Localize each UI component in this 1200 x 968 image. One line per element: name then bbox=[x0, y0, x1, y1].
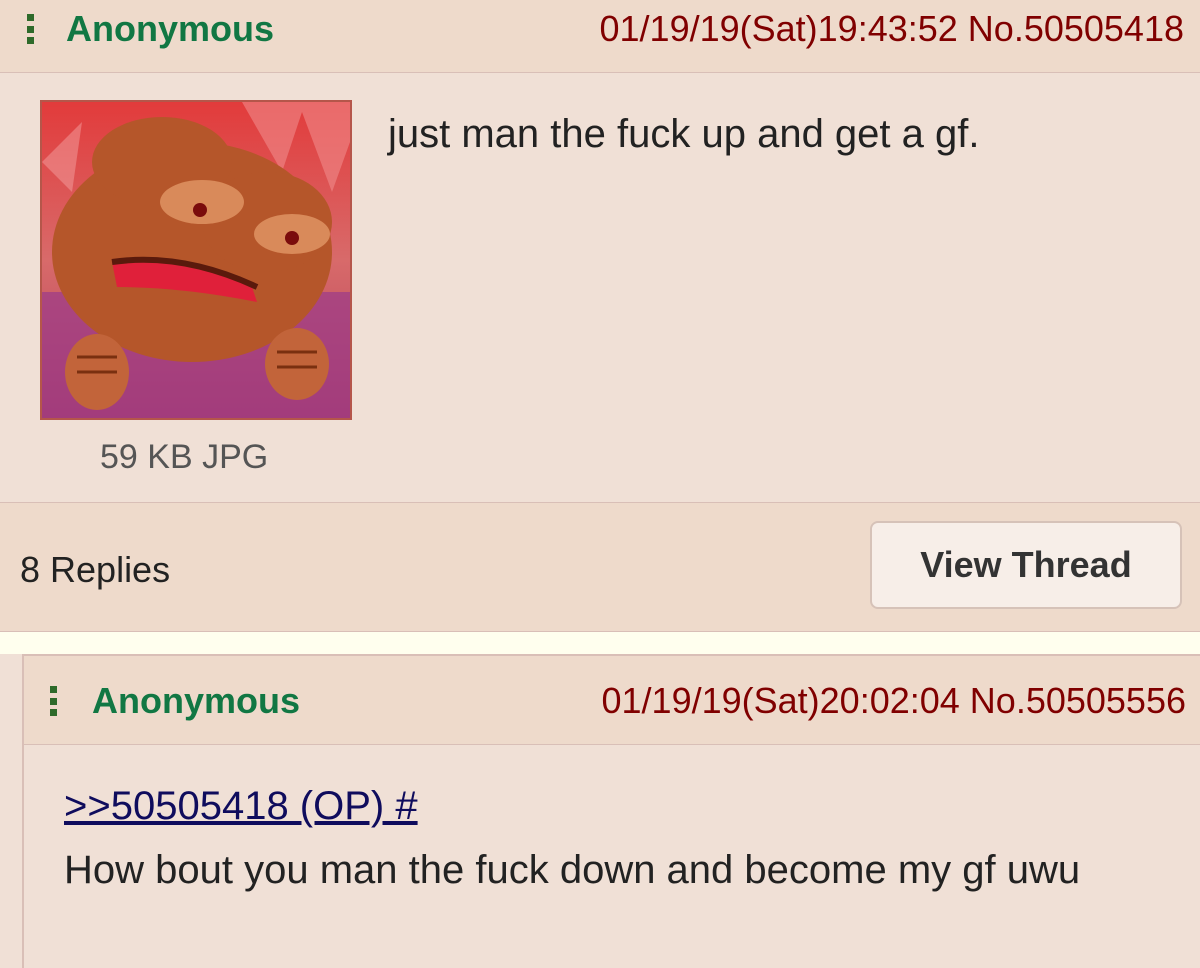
post-comment: How bout you man the fuck down and becom… bbox=[64, 848, 1081, 892]
poster-name: Anonymous bbox=[66, 8, 275, 49]
poster-name: Anonymous bbox=[92, 680, 301, 721]
post-menu-icon[interactable] bbox=[50, 686, 58, 716]
op-post: Anonymous 01/19/19(Sat)19:43:52 No.50505… bbox=[0, 0, 1200, 632]
quote-link[interactable]: >>50505418 (OP) # bbox=[64, 784, 418, 829]
op-post-header: Anonymous 01/19/19(Sat)19:43:52 No.50505… bbox=[0, 0, 1200, 73]
post-image-thumbnail[interactable] bbox=[40, 100, 352, 420]
reply-post-header: Anonymous 01/19/19(Sat)20:02:04 No.50505… bbox=[24, 656, 1200, 745]
view-thread-button[interactable]: View Thread bbox=[870, 521, 1182, 609]
post-separator bbox=[0, 632, 1200, 654]
op-post-footer: 8 Replies View Thread bbox=[0, 502, 1200, 631]
post-comment: just man the fuck up and get a gf. bbox=[388, 112, 980, 156]
post-date-number[interactable]: 01/19/19(Sat)20:02:04 No.50505556 bbox=[602, 680, 1186, 722]
reply-post: Anonymous 01/19/19(Sat)20:02:04 No.50505… bbox=[22, 654, 1200, 968]
reply-count: 8 Replies bbox=[20, 549, 171, 590]
file-info: 59 KB JPG bbox=[100, 438, 269, 476]
post-menu-icon[interactable] bbox=[27, 14, 35, 44]
post-date-number[interactable]: 01/19/19(Sat)19:43:52 No.50505418 bbox=[600, 8, 1184, 50]
